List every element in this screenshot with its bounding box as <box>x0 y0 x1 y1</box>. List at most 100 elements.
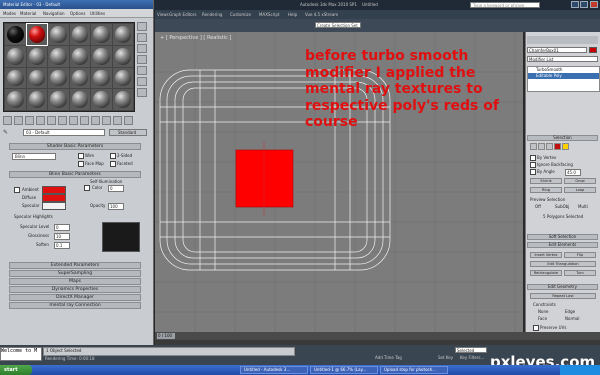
specular-level-spinner[interactable]: 0 <box>54 224 70 231</box>
material-type-button[interactable]: Standard <box>109 129 147 136</box>
grow-button[interactable]: Grow <box>564 178 596 184</box>
sample-uv-button[interactable] <box>137 55 147 64</box>
video-check-button[interactable] <box>137 66 147 75</box>
material-slot[interactable] <box>69 24 90 45</box>
by-vertex-checkbox[interactable] <box>530 155 536 161</box>
soften-spinner[interactable]: 0.1 <box>54 242 70 249</box>
task-3dsmax[interactable]: Untitled - Autodesk 3... <box>240 366 308 374</box>
menu-views[interactable]: Views <box>157 12 169 17</box>
maxscript-listener[interactable]: Welcome to M <box>0 347 42 361</box>
shader-dropdown[interactable]: Blinn <box>12 153 56 160</box>
material-slot[interactable] <box>5 67 26 89</box>
make-copy-button[interactable] <box>47 116 56 125</box>
material-slot[interactable] <box>69 45 90 67</box>
material-slot[interactable] <box>69 67 90 89</box>
loop-button[interactable]: Loop <box>564 187 596 193</box>
rollout-maps[interactable]: Maps <box>9 278 141 285</box>
insert-vertex-button[interactable]: Insert Vertex <box>530 252 562 258</box>
material-slot[interactable] <box>48 24 69 45</box>
face-map-checkbox[interactable] <box>78 161 84 167</box>
material-slot[interactable] <box>48 67 69 89</box>
edit-triangulation-button[interactable]: Edit Triangulation <box>530 261 596 267</box>
self-illum-color-checkbox[interactable] <box>84 185 90 191</box>
material-slot[interactable] <box>112 24 133 45</box>
opacity-spinner[interactable]: 100 <box>108 203 124 210</box>
command-panel-tabs[interactable] <box>527 36 598 44</box>
material-slot[interactable] <box>48 45 69 67</box>
get-material-button[interactable] <box>3 116 12 125</box>
modifier-list-dropdown[interactable]: Modifier List <box>527 56 598 62</box>
rollout-soft-selection[interactable]: Soft Selection <box>527 234 598 240</box>
assign-to-selection-button[interactable] <box>25 116 34 125</box>
object-name-field[interactable]: ChamferBox01 <box>527 47 587 53</box>
material-slot[interactable] <box>5 24 26 45</box>
border-mode-button[interactable] <box>546 143 553 150</box>
menu-rendering[interactable]: Rendering <box>202 12 222 17</box>
viewport-label[interactable]: + [ Perspective ] [ Realistic ] <box>160 35 231 41</box>
material-slot[interactable] <box>112 67 133 89</box>
menu-vue[interactable]: Vue 4.5 xStream <box>305 12 338 17</box>
mat-menu-utilities[interactable]: Utilities <box>90 11 105 16</box>
add-time-tag-button[interactable]: Add Time Tag <box>375 355 402 360</box>
material-slot[interactable] <box>91 89 112 110</box>
turn-button[interactable]: Turn <box>564 270 596 276</box>
material-name-field[interactable]: 03 - Default <box>23 129 105 136</box>
preserve-uvs-checkbox[interactable] <box>533 325 539 331</box>
put-to-scene-button[interactable] <box>14 116 23 125</box>
retriangulate-button[interactable]: Retriangulate <box>530 270 562 276</box>
close-button[interactable] <box>590 1 598 8</box>
reset-map-button[interactable] <box>36 116 45 125</box>
faceted-checkbox[interactable] <box>110 161 116 167</box>
constraint-normal-radio[interactable]: Normal <box>565 316 579 321</box>
mat-menu-navigation[interactable]: Navigation <box>43 11 65 16</box>
key-filters-button[interactable]: Key Filters... <box>460 355 484 360</box>
ambient-color-swatch[interactable] <box>42 186 66 194</box>
background-button[interactable] <box>137 44 147 53</box>
constraint-edge-radio[interactable]: Edge <box>565 309 575 314</box>
make-unique-button[interactable] <box>58 116 67 125</box>
lock-ambient-checkbox[interactable] <box>14 187 20 193</box>
maximize-button[interactable] <box>580 1 588 8</box>
material-slot[interactable] <box>26 45 47 67</box>
material-slot[interactable] <box>91 45 112 67</box>
self-illum-spinner[interactable]: 0 <box>108 185 124 192</box>
preview-subobj-radio[interactable]: SubObj <box>555 204 569 209</box>
sample-type-button[interactable] <box>137 22 147 31</box>
make-preview-button[interactable] <box>137 77 147 86</box>
two-sided-checkbox[interactable] <box>110 153 116 159</box>
backlight-button[interactable] <box>137 33 147 42</box>
material-slot[interactable] <box>112 45 133 67</box>
time-slider[interactable]: 0 / 100 <box>155 332 600 340</box>
task-photoshop[interactable]: Untitled-1 @ 66.7% (Lay... <box>310 366 378 374</box>
material-slot[interactable] <box>26 67 47 89</box>
rollout-selection[interactable]: Selection <box>527 135 598 141</box>
preview-off-radio[interactable]: Off <box>535 204 541 209</box>
constraint-face-radio[interactable]: Face <box>538 316 547 321</box>
element-mode-button[interactable] <box>562 143 569 150</box>
by-angle-checkbox[interactable] <box>530 169 536 175</box>
start-button[interactable]: start <box>0 365 32 375</box>
menu-customize[interactable]: Customize <box>230 12 251 17</box>
go-forward-button[interactable] <box>124 116 133 125</box>
rollout-mental-ray[interactable]: mental ray Connection <box>9 302 141 309</box>
material-slot[interactable] <box>26 89 47 110</box>
specular-color-swatch[interactable] <box>42 202 66 210</box>
material-slot[interactable] <box>91 24 112 45</box>
rollout-shader-basic[interactable]: Shader Basic Parameters <box>9 143 141 150</box>
rollout-dynamics[interactable]: Dynamics Properties <box>9 286 141 293</box>
rollout-supersampling[interactable]: SuperSampling <box>9 270 141 277</box>
object-color-swatch[interactable] <box>589 47 597 53</box>
material-slot[interactable] <box>48 89 69 110</box>
ring-button[interactable]: Ring <box>530 187 562 193</box>
material-slot[interactable] <box>91 67 112 89</box>
rollout-edit-geometry[interactable]: Edit Geometry <box>527 284 598 290</box>
eyedropper-icon[interactable]: ✎ <box>3 129 8 136</box>
stack-item-editable-poly[interactable]: Editable Poly <box>528 73 599 79</box>
material-slot[interactable] <box>5 45 26 67</box>
material-slot[interactable] <box>5 89 26 110</box>
by-angle-spinner[interactable]: 45.0 <box>565 169 581 176</box>
go-to-parent-button[interactable] <box>113 116 122 125</box>
flip-button[interactable]: Flip <box>564 252 596 258</box>
rollout-edit-elements[interactable]: Edit Elements <box>527 242 598 248</box>
mat-menu-material[interactable]: Material <box>20 11 36 16</box>
